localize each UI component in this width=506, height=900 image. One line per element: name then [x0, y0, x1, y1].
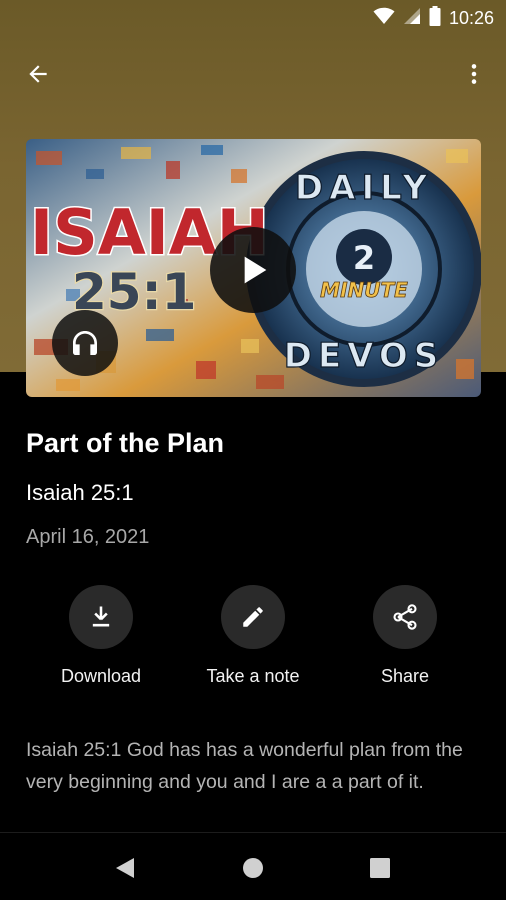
- status-icons: 10:26: [373, 5, 494, 31]
- download-label: Download: [60, 666, 142, 686]
- nav-recents-button[interactable]: [363, 851, 397, 885]
- headphones-icon: [73, 331, 97, 355]
- app-bar: [0, 48, 506, 100]
- status-bar: 10:26: [0, 0, 506, 36]
- download-button[interactable]: Download: [26, 585, 176, 687]
- share-label: Share: [380, 666, 430, 686]
- download-icon: [92, 606, 110, 627]
- episode-reference: Isaiah 25:1: [26, 480, 134, 505]
- badge-number: 2: [353, 239, 375, 277]
- play-button[interactable]: [210, 227, 296, 313]
- take-note-button[interactable]: Take a note: [178, 585, 328, 687]
- share-icon: [393, 604, 417, 630]
- video-thumbnail[interactable]: 2 MINUTE DAILY DEVOS ISAIAH 25:1: [26, 139, 481, 397]
- status-time: 10:26: [448, 7, 494, 28]
- wifi-icon: [373, 7, 395, 30]
- more-options-button[interactable]: [454, 56, 494, 92]
- badge-bottom-text: DEVOS: [284, 336, 445, 376]
- battery-icon: [429, 5, 441, 31]
- nav-back-button[interactable]: [108, 851, 142, 885]
- episode-date: April 16, 2021: [26, 526, 150, 548]
- episode-description: Isaiah 25:1 God has has a wonderful plan…: [26, 739, 463, 793]
- take-note-label: Take a note: [206, 666, 300, 686]
- nav-back-icon: [116, 858, 134, 878]
- nav-recents-icon: [370, 858, 390, 878]
- signal-icon: [403, 7, 421, 30]
- share-circle[interactable]: [373, 585, 437, 649]
- download-circle[interactable]: [69, 585, 133, 649]
- episode-title: Part of the Plan: [26, 428, 225, 458]
- badge-minute: MINUTE: [320, 278, 408, 302]
- back-button[interactable]: [18, 56, 58, 92]
- pencil-icon: [243, 607, 263, 627]
- system-nav-bar: [0, 832, 506, 900]
- badge-top-text: DAILY: [295, 168, 433, 208]
- nav-home-icon: [243, 858, 263, 878]
- audio-only-button[interactable]: [52, 310, 118, 376]
- arrow-back-icon: [29, 65, 47, 83]
- play-icon: [244, 256, 267, 284]
- share-button[interactable]: Share: [330, 585, 480, 687]
- nav-home-button[interactable]: [236, 851, 270, 885]
- take-note-circle[interactable]: [221, 585, 285, 649]
- more-vert-icon: [471, 64, 477, 84]
- action-row: Download Take a note Share: [0, 585, 506, 695]
